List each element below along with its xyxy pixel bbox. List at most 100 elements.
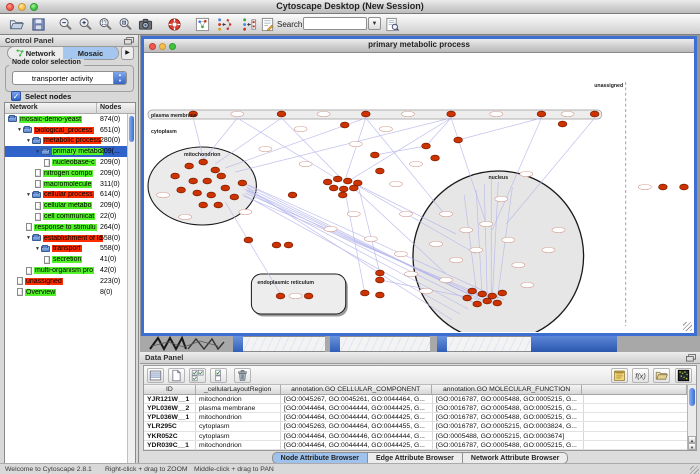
table-cell[interactable]: [GO:0016787, GO:0005215, GO:0003824, G..…	[433, 422, 584, 430]
network-node[interactable]	[203, 178, 212, 184]
network-node[interactable]	[185, 163, 194, 169]
plasma-membrane-region[interactable]	[148, 110, 602, 119]
help-lifering-icon[interactable]	[165, 16, 183, 33]
network-node[interactable]	[214, 202, 223, 208]
network-column-header[interactable]: Network	[10, 104, 38, 111]
network-tree-row[interactable]: Overview8(0)	[5, 287, 127, 298]
network-node[interactable]	[340, 122, 349, 128]
attribute-table-row[interactable]: YPL036W__1mitochondrion[GO:0044464, GO:0…	[144, 413, 687, 422]
column-header[interactable]	[582, 385, 687, 394]
network-node[interactable]	[483, 298, 492, 304]
network-edge[interactable]	[366, 118, 446, 216]
network-node[interactable]	[463, 295, 472, 301]
network-node[interactable]	[478, 291, 487, 297]
table-cell[interactable]: YLR295C	[144, 422, 196, 430]
network-node[interactable]	[211, 167, 220, 173]
disclosure-triangle-icon[interactable]: ▼	[26, 235, 31, 241]
network-edge[interactable]	[352, 118, 451, 179]
network-node[interactable]	[361, 111, 370, 117]
network-tree-row[interactable]: ▼transport558(0)	[5, 244, 127, 255]
table-cell[interactable]: mitochondrion	[196, 441, 281, 449]
disclosure-triangle-icon[interactable]: ▼	[26, 138, 31, 144]
search-dropdown-icon[interactable]: ▼	[368, 17, 381, 30]
network-edge[interactable]	[426, 118, 451, 146]
network-tree-row[interactable]: ▼establishment of lo558(0)	[5, 233, 127, 244]
zoom-in-icon[interactable]	[76, 16, 94, 33]
network-node[interactable]	[171, 173, 180, 179]
delete-attribute-trash-icon[interactable]	[234, 368, 251, 383]
background-network-thumbnail[interactable]	[148, 336, 228, 352]
network-tree-row[interactable]: ▼primary metabo209(...	[5, 146, 127, 157]
table-cell[interactable]: cytoplasm	[196, 422, 281, 430]
network-node[interactable]	[199, 159, 208, 165]
new-attribute-icon[interactable]	[168, 368, 185, 383]
background-window-edge[interactable]	[233, 336, 243, 352]
tree-scrollbar-thumb[interactable]	[129, 116, 134, 142]
network-tree-row[interactable]: mosaic-demo-yeast874(0)	[5, 114, 127, 125]
table-cell[interactable]: mitochondrion	[196, 395, 281, 403]
network-node[interactable]	[288, 192, 297, 198]
network-canvas[interactable]: plasma membranecytoplasmmitochondrionnuc…	[145, 54, 693, 332]
network-node[interactable]	[493, 300, 502, 306]
table-cell[interactable]: cytoplasm	[196, 432, 281, 440]
table-cell[interactable]: [GO:0016787, GO:0005488, GO:0005215, G..…	[433, 404, 584, 412]
network-node[interactable]	[422, 143, 431, 149]
network-tree-row[interactable]: ▼cellular process614(0)	[5, 190, 127, 201]
float-panel-icon[interactable]	[124, 37, 134, 45]
notes-icon[interactable]	[611, 368, 628, 383]
table-cell[interactable]: YPL036W__1	[144, 413, 196, 421]
attribute-table-row[interactable]: YDR039C__1mitochondrion[GO:0044464, GO:0…	[144, 441, 687, 450]
network-edge[interactable]	[375, 146, 426, 155]
attribute-table-row[interactable]: YLR295Ccytoplasm[GO:0045263, GO:0044464,…	[144, 422, 687, 431]
select-nodes-checkbox[interactable]: ✓	[11, 91, 21, 101]
apply-layout-icon[interactable]	[215, 16, 233, 33]
network-node[interactable]	[329, 185, 338, 191]
network-edge[interactable]	[237, 118, 335, 178]
network-node[interactable]	[376, 168, 385, 174]
network-node[interactable]	[339, 186, 348, 192]
table-cell[interactable]: [GO:0016787, GO:0005488, GO:0005215, G..…	[433, 395, 584, 403]
network-tree-row[interactable]: cellular metabo209(0)	[5, 200, 127, 211]
network-node[interactable]	[343, 178, 352, 184]
network-node[interactable]	[473, 301, 482, 307]
zoom-fit-icon[interactable]	[116, 16, 134, 33]
network-node[interactable]	[454, 137, 463, 143]
network-node[interactable]	[238, 180, 247, 186]
table-cell[interactable]: [GO:0044464, GO:0044444, GO:0044425, G..…	[281, 413, 433, 421]
attribute-table-row[interactable]: YPL036W__2plasma membrane[GO:0044464, GO…	[144, 404, 687, 413]
background-window-titlebar[interactable]	[531, 336, 617, 352]
zoom-selected-icon[interactable]	[96, 16, 114, 33]
tree-scrollbar[interactable]	[127, 114, 135, 474]
table-cell[interactable]: [GO:0044464, GO:0044444, GO:0044425, G..…	[281, 441, 433, 449]
table-cell[interactable]: [GO:0045267, GO:0045261, GO:0044464, G..…	[281, 395, 433, 403]
unselect-attributes-icon[interactable]	[210, 368, 227, 383]
network-node[interactable]	[221, 185, 230, 191]
network-node[interactable]	[244, 237, 253, 243]
table-cell[interactable]: [GO:0044464, GO:0044444, GO:0044425, G..…	[281, 404, 433, 412]
network-tree-row[interactable]: multi-organism pro42(0)	[5, 265, 127, 276]
network-tree-row[interactable]: cell communicat22(0)	[5, 211, 127, 222]
network-node[interactable]	[376, 270, 385, 276]
network-node[interactable]	[189, 178, 198, 184]
function-builder-icon[interactable]: f(x)	[632, 368, 649, 383]
network-tree-row[interactable]: unassigned223(0)	[5, 276, 127, 287]
attribute-table-row[interactable]: YKR052Ccytoplasm[GO:0044464, GO:0044446,…	[144, 432, 687, 441]
network-node[interactable]	[376, 292, 385, 298]
network-tree-row[interactable]: secretion41(0)	[5, 254, 127, 265]
table-cell[interactable]: [GO:0005488, GO:0005215, GO:0003674]	[433, 432, 584, 440]
network-node[interactable]	[272, 242, 281, 248]
column-header[interactable]: annotation.GO MOLECULAR_FUNCTION	[432, 385, 582, 394]
network-node[interactable]	[193, 190, 202, 196]
app-resize-grip[interactable]	[690, 466, 699, 474]
table-cell[interactable]: [GO:0045263, GO:0044464, GO:0044455, G..…	[281, 422, 433, 430]
zoom-out-icon[interactable]	[56, 16, 74, 33]
save-icon[interactable]	[29, 16, 47, 33]
edit-form-icon[interactable]	[258, 16, 276, 33]
table-cell[interactable]: [GO:0016787, GO:0005488, GO:0005215, G..…	[433, 441, 584, 449]
table-cell[interactable]: [GO:0044464, GO:0044446, GO:0044444, G..…	[281, 432, 433, 440]
apply-vizmap-icon[interactable]	[240, 16, 258, 33]
disclosure-triangle-icon[interactable]: ▼	[35, 246, 40, 252]
tab-mosaic[interactable]: Mosaic	[63, 47, 118, 59]
network-tree-row[interactable]: ▼metabolic process280(0)	[5, 136, 127, 147]
nucleus-region[interactable]	[413, 171, 584, 332]
